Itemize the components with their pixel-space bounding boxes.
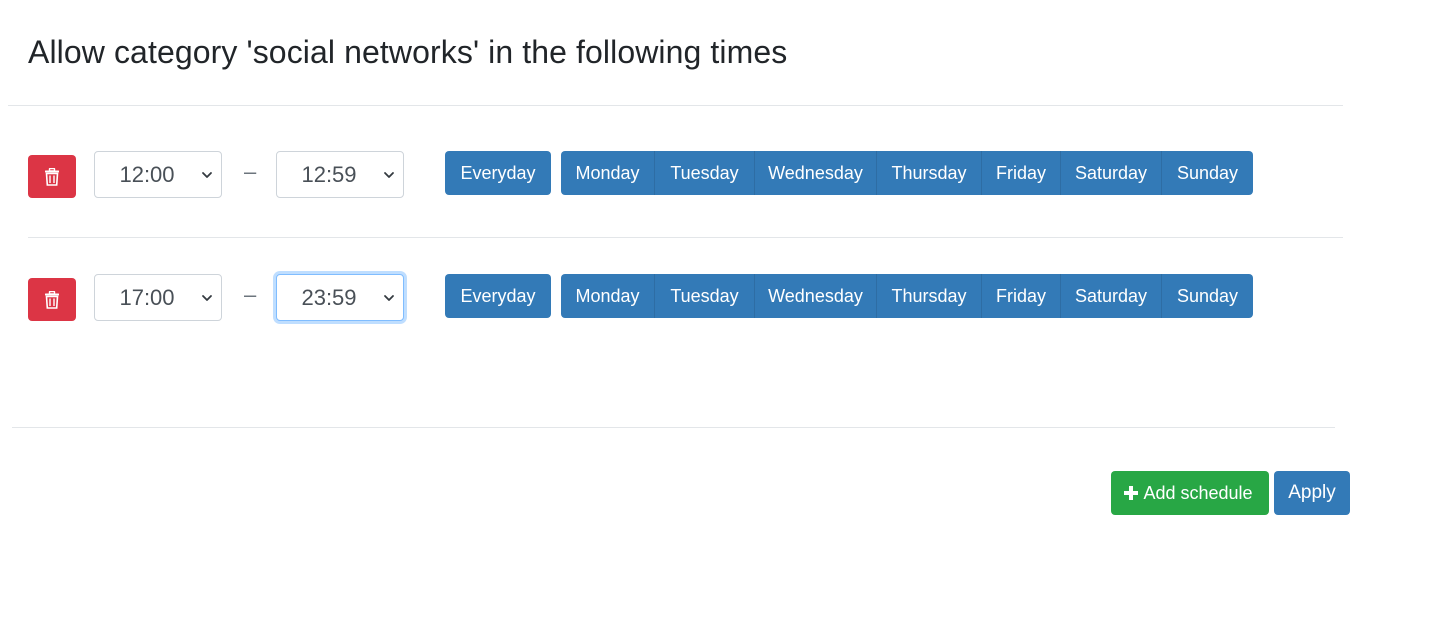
delete-schedule-button[interactable] xyxy=(28,155,76,198)
weekday-button-group: Monday Tuesday Wednesday Thursday Friday… xyxy=(561,151,1253,195)
start-time-value: 12:00 xyxy=(119,161,175,187)
everyday-button[interactable]: Everyday xyxy=(445,274,551,318)
start-time-select[interactable]: 17:00 xyxy=(94,274,222,321)
day-button-monday[interactable]: Monday xyxy=(561,151,654,195)
day-button-wednesday[interactable]: Wednesday xyxy=(754,274,876,318)
day-button-thursday[interactable]: Thursday xyxy=(876,274,981,318)
chevron-down-icon xyxy=(202,172,212,178)
day-button-monday[interactable]: Monday xyxy=(561,274,654,318)
time-range-separator: – xyxy=(244,159,257,184)
end-time-select[interactable]: 23:59 xyxy=(276,274,404,321)
day-button-sunday[interactable]: Sunday xyxy=(1161,151,1253,195)
plus-icon xyxy=(1124,486,1139,500)
delete-schedule-button[interactable] xyxy=(28,278,76,321)
end-time-select[interactable]: 12:59 xyxy=(276,151,404,198)
day-button-saturday[interactable]: Saturday xyxy=(1060,274,1161,318)
day-button-friday[interactable]: Friday xyxy=(981,151,1060,195)
start-time-select[interactable]: 12:00 xyxy=(94,151,222,198)
add-schedule-label: Add schedule xyxy=(1143,482,1253,503)
schedule-row: 12:00 – 12:59 Everyday Monday Tuesday We… xyxy=(0,151,1434,199)
chevron-down-icon xyxy=(202,295,212,301)
divider xyxy=(28,237,1343,238)
trash-icon xyxy=(45,167,59,186)
apply-button[interactable]: Apply xyxy=(1274,471,1350,515)
day-button-friday[interactable]: Friday xyxy=(981,274,1060,318)
day-button-thursday[interactable]: Thursday xyxy=(876,151,981,195)
time-range-separator: – xyxy=(244,282,257,307)
weekday-button-group: Monday Tuesday Wednesday Thursday Friday… xyxy=(561,274,1253,318)
day-button-tuesday[interactable]: Tuesday xyxy=(654,151,754,195)
divider xyxy=(8,105,1343,106)
add-schedule-button[interactable]: Add schedule xyxy=(1111,471,1269,515)
end-time-value: 12:59 xyxy=(301,161,357,187)
day-button-sunday[interactable]: Sunday xyxy=(1161,274,1253,318)
page-title: Allow category 'social networks' in the … xyxy=(28,34,788,70)
day-button-saturday[interactable]: Saturday xyxy=(1060,151,1161,195)
chevron-down-icon xyxy=(384,172,394,178)
day-button-tuesday[interactable]: Tuesday xyxy=(654,274,754,318)
divider xyxy=(12,427,1335,428)
start-time-value: 17:00 xyxy=(119,284,175,310)
everyday-button[interactable]: Everyday xyxy=(445,151,551,195)
schedule-row: 17:00 – 23:59 Everyday Monday Tuesday We… xyxy=(0,274,1434,322)
day-button-wednesday[interactable]: Wednesday xyxy=(754,151,876,195)
trash-icon xyxy=(45,290,59,309)
end-time-value: 23:59 xyxy=(301,284,357,310)
chevron-down-icon xyxy=(384,295,394,301)
